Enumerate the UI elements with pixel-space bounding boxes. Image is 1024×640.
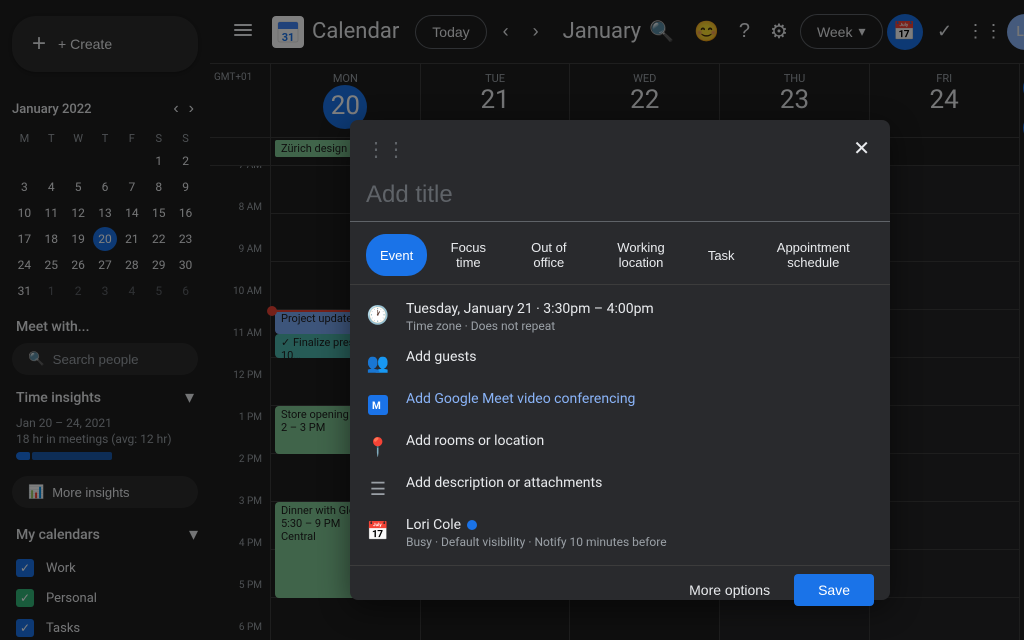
modal-meet-content: Add Google Meet video conferencing <box>406 391 874 407</box>
more-options-button[interactable]: More options <box>673 574 786 606</box>
modal-body: 🕐 Tuesday, January 21 · 3:30pm – 4:00pm … <box>350 285 890 565</box>
modal-guests-row[interactable]: 👥 Add guests <box>350 341 890 383</box>
modal-close-button[interactable]: ✕ <box>849 132 874 165</box>
modal-add-guests: Add guests <box>406 349 874 365</box>
tab-out-of-office[interactable]: Out of office <box>509 234 588 276</box>
modal-description-content: Add description or attachments <box>406 475 874 491</box>
event-creation-modal: ⋮⋮ ✕ Event Focus time Out of office Work… <box>350 120 890 600</box>
calendar-icon: 📅 <box>366 519 390 543</box>
modal-location-content: Add rooms or location <box>406 433 874 449</box>
modal-location-row[interactable]: 📍 Add rooms or location <box>350 425 890 467</box>
modal-meet-link[interactable]: Add Google Meet video conferencing <box>406 391 635 407</box>
modal-calendar-status: Busy · Default visibility · Notify 10 mi… <box>406 535 874 549</box>
modal-guests-content: Add guests <box>406 349 874 365</box>
modal-drag-handle: ⋮⋮ <box>366 137 406 161</box>
event-title-input[interactable] <box>350 173 890 222</box>
modal-footer: More options Save <box>350 565 890 614</box>
modal-header: ⋮⋮ ✕ <box>350 120 890 173</box>
person-add-icon: 👥 <box>366 351 390 375</box>
description-icon: ☰ <box>366 477 390 501</box>
modal-datetime-text[interactable]: Tuesday, January 21 · 3:30pm – 4:00pm <box>406 301 874 317</box>
modal-description-row[interactable]: ☰ Add description or attachments <box>350 467 890 509</box>
tab-working-location[interactable]: Working location <box>592 234 690 276</box>
location-icon: 📍 <box>366 435 390 459</box>
tab-task[interactable]: Task <box>694 234 749 276</box>
modal-tabs: Event Focus time Out of office Working l… <box>350 222 890 285</box>
svg-text:M: M <box>372 401 381 412</box>
modal-description-text: Add description or attachments <box>406 475 874 491</box>
clock-icon: 🕐 <box>366 303 390 327</box>
modal-datetime-content: Tuesday, January 21 · 3:30pm – 4:00pm Ti… <box>406 301 874 333</box>
modal-calendar-user: Lori Cole <box>406 517 461 533</box>
modal-meet-row[interactable]: M Add Google Meet video conferencing <box>350 383 890 425</box>
save-button[interactable]: Save <box>794 574 874 606</box>
meet-icon: M <box>366 393 390 417</box>
tab-focus-time[interactable]: Focus time <box>431 234 505 276</box>
modal-datetime-row: 🕐 Tuesday, January 21 · 3:30pm – 4:00pm … <box>350 293 890 341</box>
modal-timezone-text[interactable]: Time zone · Does not repeat <box>406 319 874 333</box>
tab-event[interactable]: Event <box>366 234 427 276</box>
modal-overlay[interactable]: ⋮⋮ ✕ Event Focus time Out of office Work… <box>0 0 1024 640</box>
modal-calendar-content: Lori Cole Busy · Default visibility · No… <box>406 517 874 549</box>
modal-location-text: Add rooms or location <box>406 433 874 449</box>
modal-calendar-row: 📅 Lori Cole Busy · Default visibility · … <box>350 509 890 557</box>
tab-appointment-schedule[interactable]: Appointment schedule <box>753 234 874 276</box>
calendar-color-dot <box>467 520 477 530</box>
